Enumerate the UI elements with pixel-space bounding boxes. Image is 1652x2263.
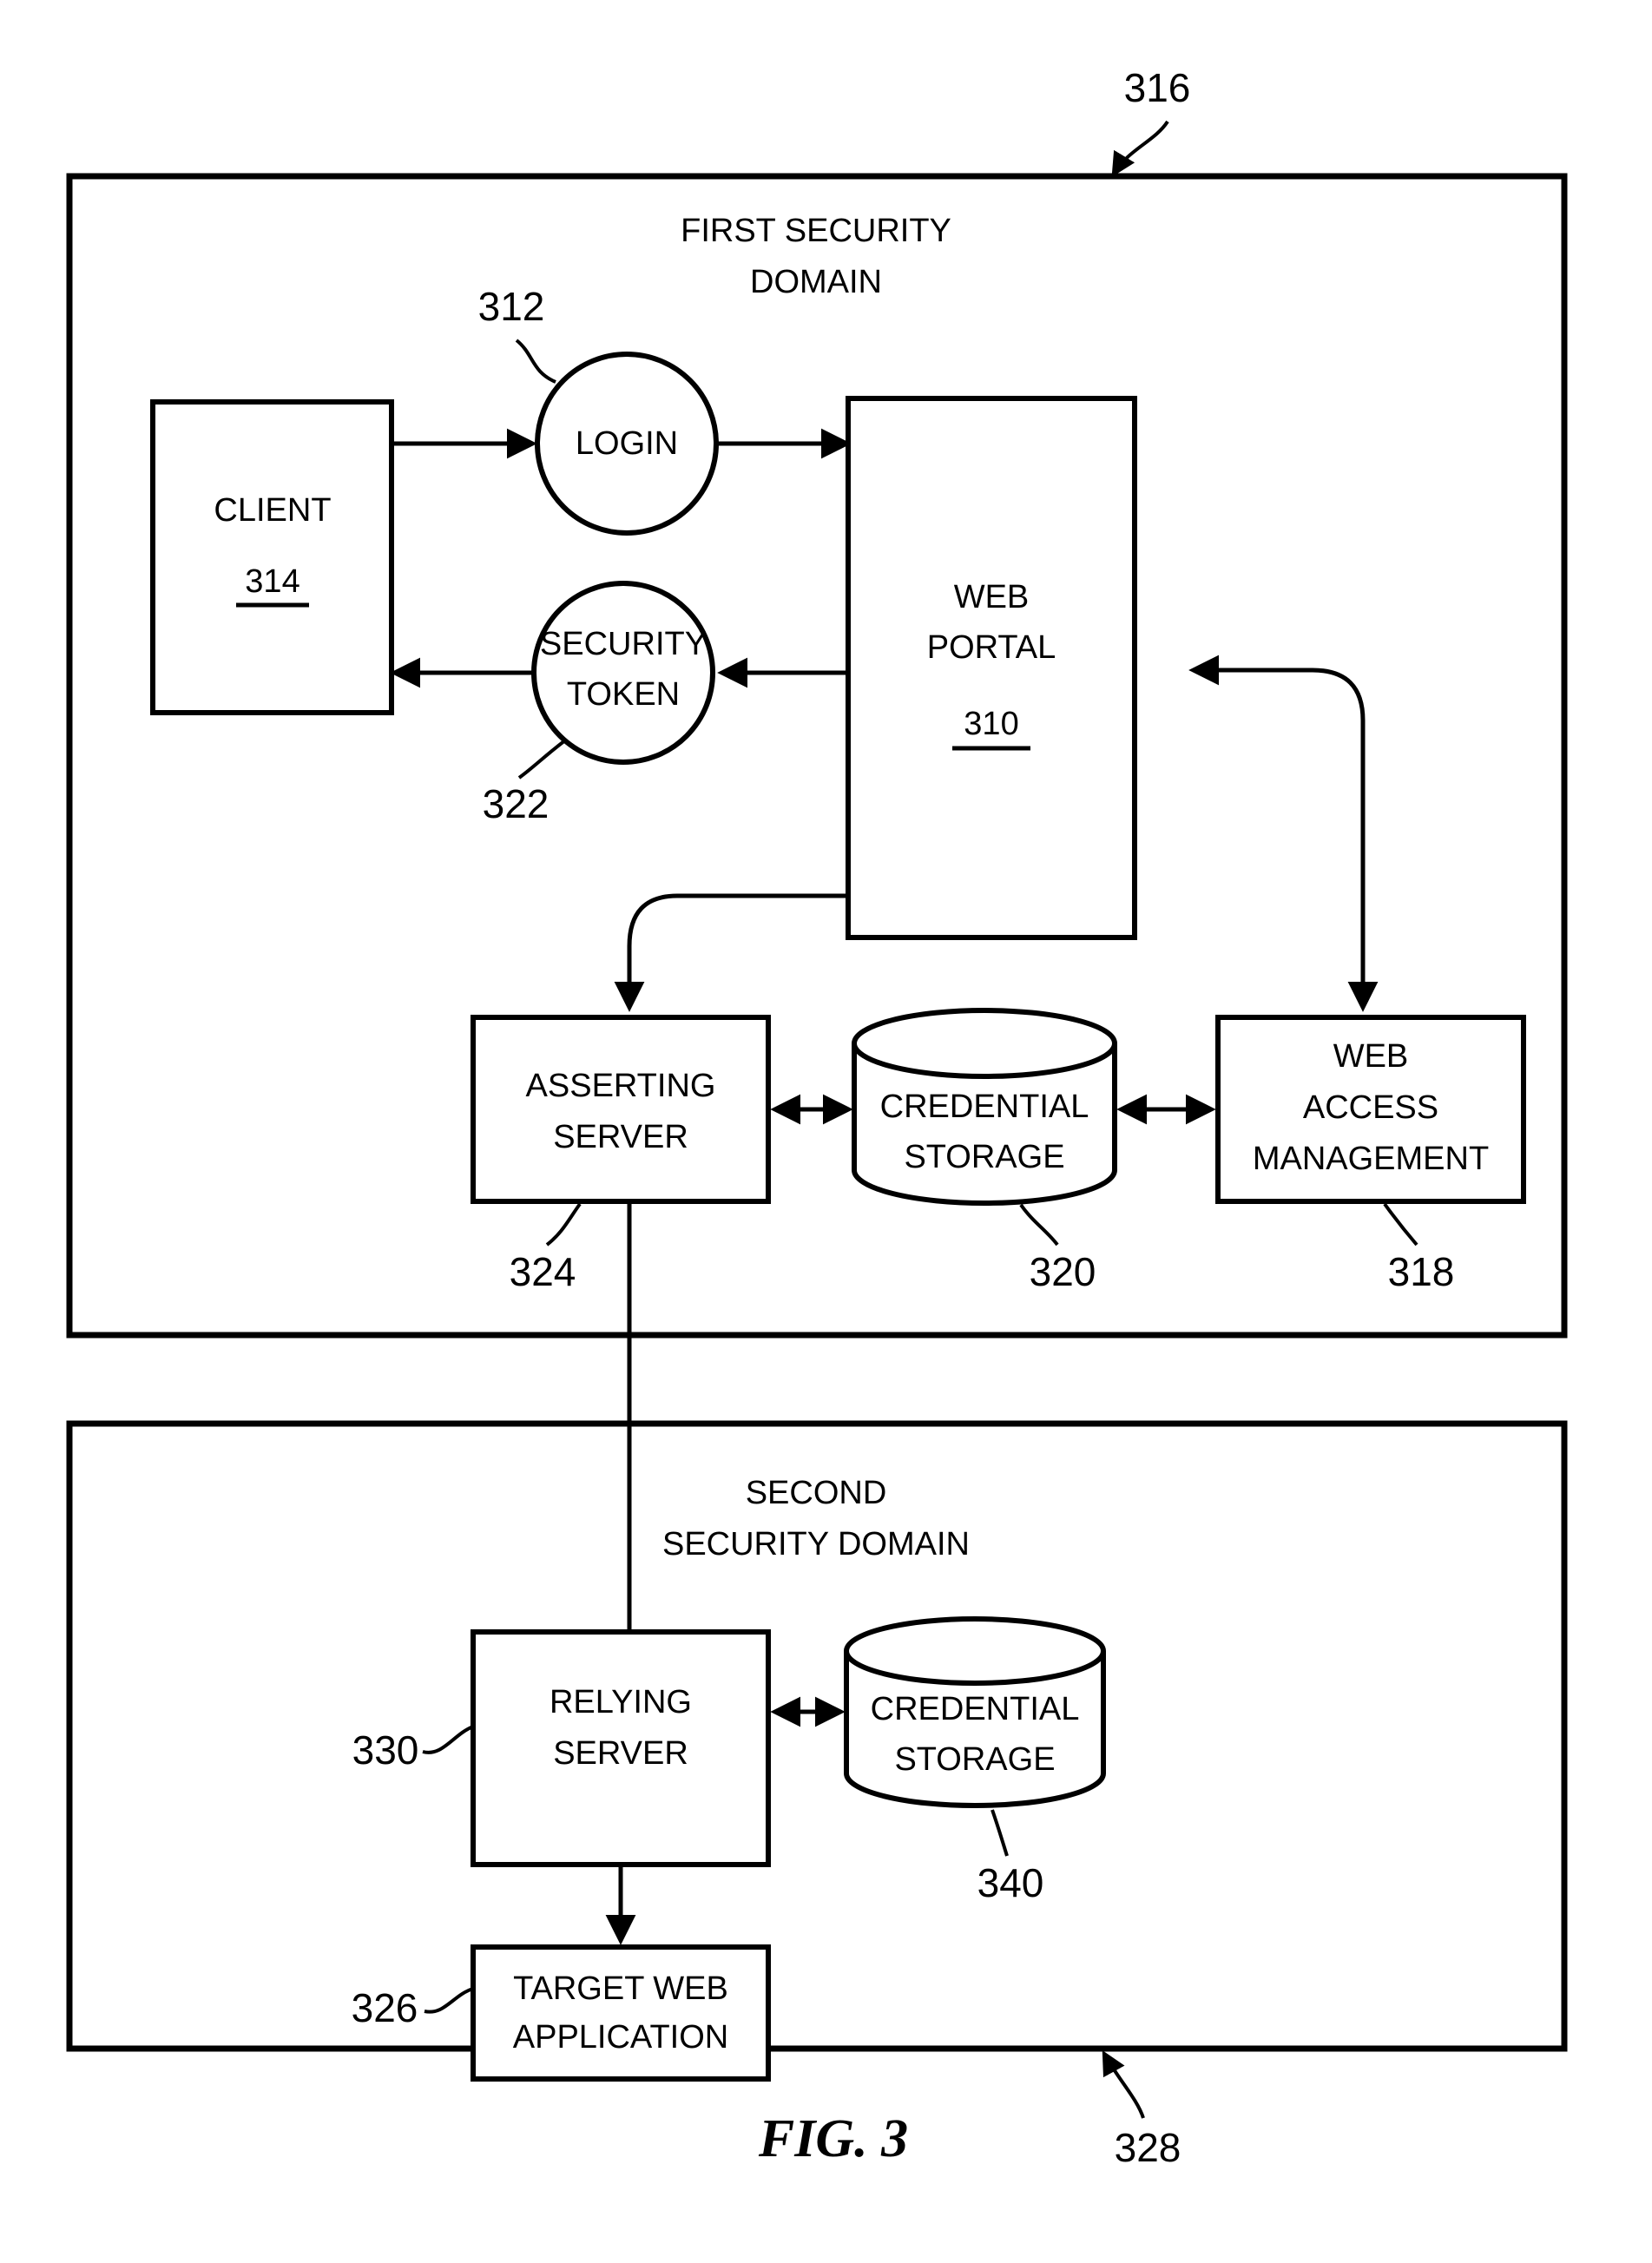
ref-316-callout: 316 (1111, 65, 1191, 177)
diagram-canvas: FIRST SECURITY DOMAIN 316 CLIENT 314 LOG… (66, 65, 1568, 2170)
ref-330-label: 330 (352, 1727, 419, 1773)
target-web-application-node[interactable]: TARGET WEB APPLICATION (471, 1944, 771, 2082)
asserting-server-box[interactable] (471, 1015, 771, 1204)
security-token-label-line2: TOKEN (567, 676, 680, 713)
figure-caption: FIG. 3 (758, 2109, 908, 2168)
second-security-domain-container: SECOND SECURITY DOMAIN (66, 1420, 1568, 2052)
security-token-circle[interactable] (531, 581, 715, 765)
target-web-application-box[interactable] (471, 1944, 771, 2082)
ref-316-leader-line (1111, 120, 1169, 177)
web-access-management-label-line2: ACCESS (1303, 1089, 1438, 1126)
ref-312-label: 312 (478, 284, 545, 329)
web-portal-ref-number: 310 (964, 706, 1018, 742)
asserting-server-label-line1: ASSERTING (526, 1068, 716, 1104)
asserting-server-node[interactable]: ASSERTING SERVER (471, 1015, 771, 1204)
web-portal-label-line1: WEB (954, 579, 1030, 615)
client-label: CLIENT (214, 492, 331, 529)
relying-server-label-line1: RELYING (550, 1684, 692, 1720)
web-access-management-label-line3: MANAGEMENT (1253, 1141, 1489, 1177)
ref-318-label: 318 (1388, 1249, 1455, 1294)
login-label: LOGIN (576, 425, 678, 462)
ref-328-callout: 328 (1102, 2049, 1181, 2170)
web-portal-node[interactable]: WEB PORTAL 310 (846, 396, 1137, 940)
client-node[interactable]: CLIENT 314 (150, 399, 394, 715)
credential-storage-first-cylinder-top (852, 1008, 1117, 1079)
ref-328-leader-line (1102, 2049, 1145, 2119)
credential-storage-second-label-line1: CREDENTIAL (871, 1691, 1080, 1727)
ref-316-label: 316 (1124, 65, 1191, 110)
credential-storage-second-node[interactable]: CREDENTIAL STORAGE (844, 1616, 1106, 1808)
web-portal-box[interactable] (846, 396, 1137, 940)
relying-server-label-line2: SERVER (553, 1735, 688, 1772)
ref-320-label: 320 (1030, 1249, 1096, 1294)
web-access-management-node[interactable]: WEB ACCESS MANAGEMENT (1215, 1015, 1526, 1204)
second-security-domain-title-line1: SECOND (746, 1475, 887, 1511)
credential-storage-first-label-line2: STORAGE (904, 1139, 1064, 1175)
ref-340-label: 340 (977, 1860, 1044, 1905)
target-web-application-label-line2: APPLICATION (513, 2019, 728, 2056)
web-access-management-label-line1: WEB (1333, 1038, 1409, 1075)
first-security-domain-title-line1: FIRST SECURITY (681, 213, 951, 249)
security-token-label-line1: SECURITY (540, 626, 707, 662)
security-token-node[interactable]: SECURITY TOKEN (531, 581, 715, 765)
client-box[interactable] (150, 399, 394, 715)
login-node[interactable]: LOGIN (535, 352, 719, 536)
client-ref-number: 314 (245, 563, 299, 600)
target-web-application-label-line1: TARGET WEB (513, 1970, 728, 2007)
ref-328-label: 328 (1115, 2125, 1181, 2170)
relying-server-node[interactable]: RELYING SERVER (471, 1629, 771, 1867)
patent-figure: FIRST SECURITY DOMAIN 316 CLIENT 314 LOG… (0, 0, 1652, 2263)
credential-storage-first-node[interactable]: CREDENTIAL STORAGE (852, 1008, 1117, 1206)
second-security-domain-box (66, 1420, 1568, 2052)
credential-storage-first-label-line1: CREDENTIAL (880, 1089, 1089, 1125)
web-portal-label-line2: PORTAL (927, 629, 1056, 666)
credential-storage-second-cylinder-top (844, 1616, 1106, 1686)
second-security-domain-title-line2: SECURITY DOMAIN (662, 1526, 970, 1562)
ref-324-label: 324 (510, 1249, 576, 1294)
ref-326-label: 326 (352, 1985, 418, 2030)
credential-storage-second-label-line2: STORAGE (894, 1741, 1055, 1778)
first-security-domain-title-line2: DOMAIN (750, 264, 882, 300)
asserting-server-label-line2: SERVER (553, 1119, 688, 1155)
ref-322-label: 322 (483, 781, 550, 826)
